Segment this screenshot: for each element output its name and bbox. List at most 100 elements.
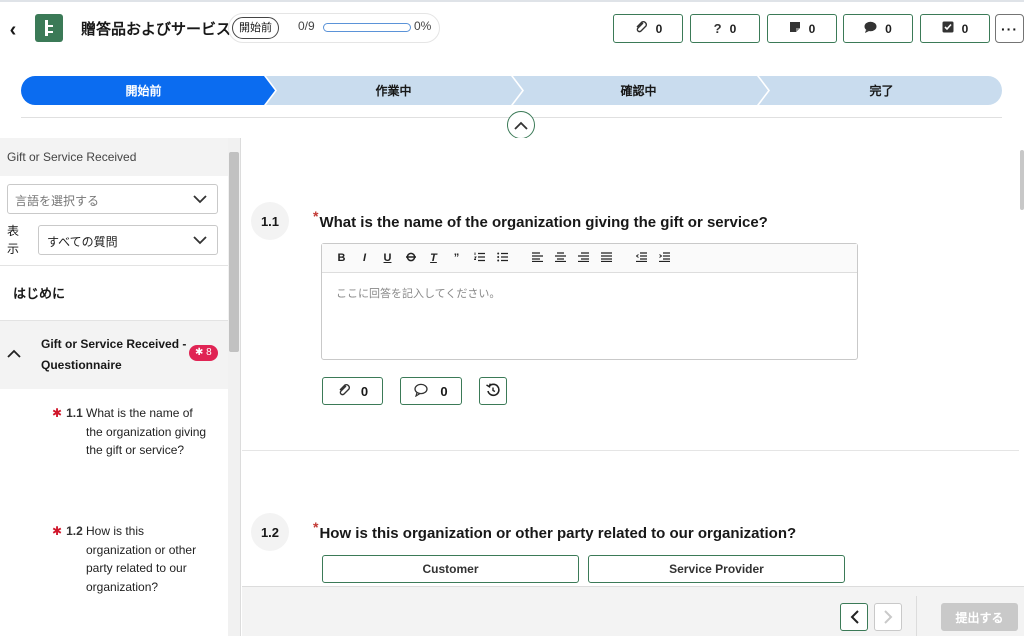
align-left-icon[interactable]: [526, 251, 549, 265]
comments-button[interactable]: 0: [843, 14, 913, 43]
note-icon: [789, 21, 801, 36]
paperclip-icon: [337, 383, 351, 400]
align-right-icon[interactable]: [572, 251, 595, 265]
progress-percent: 0%: [414, 19, 432, 33]
italic-icon[interactable]: I: [353, 252, 376, 264]
previous-button[interactable]: [840, 603, 868, 631]
attachments-count: 0: [655, 21, 663, 36]
question-number: 1.2: [66, 524, 83, 538]
back-chevron-icon[interactable]: ‹: [5, 19, 21, 41]
chevron-down-icon: [193, 192, 207, 207]
stage-path: 開始前 作業中 確認中 完了: [21, 76, 1002, 105]
history-button[interactable]: [479, 377, 507, 405]
question-icon: ?: [713, 21, 722, 36]
question-number: 1.1: [66, 406, 83, 420]
notes-count: 0: [808, 21, 816, 36]
chevron-up-icon: [514, 121, 528, 130]
required-asterisk-icon: *: [313, 208, 319, 224]
bulleted-list-icon[interactable]: [491, 252, 514, 265]
question-number-badge: 1.1: [251, 202, 289, 240]
attachments-button[interactable]: 0: [613, 14, 683, 43]
footer-bar: [242, 586, 1024, 636]
required-count-badge: ✱ 8: [189, 345, 218, 361]
notes-button[interactable]: 0: [767, 14, 837, 43]
footer-divider: [916, 596, 917, 636]
question-text: *What is the name of the organization gi…: [313, 208, 768, 231]
question-text: What is the name of the organization giv…: [86, 406, 207, 457]
section-title: Gift or Service Received - Questionnaire: [41, 337, 187, 372]
status-badge: 開始前: [232, 17, 279, 39]
quote-icon[interactable]: ”: [445, 252, 468, 264]
question-comments-count: 0: [440, 383, 448, 399]
question-sidebar: Gift or Service Received 言語を選択する 表示 すべての…: [0, 138, 241, 636]
filter-label: 表示: [7, 224, 20, 256]
required-count: 8: [206, 347, 212, 358]
language-select-placeholder: 言語を選択する: [15, 194, 100, 208]
language-select[interactable]: 言語を選択する: [7, 184, 218, 214]
underline-icon[interactable]: U: [376, 252, 399, 264]
question-label: What is the name of the organization giv…: [319, 214, 768, 231]
sidebar-divider: [0, 265, 228, 266]
asterisk-icon: ✱: [195, 347, 204, 358]
required-asterisk-icon: *: [313, 519, 319, 535]
paperclip-icon: [634, 20, 648, 37]
sidebar-item-introduction[interactable]: はじめに: [13, 283, 65, 302]
question-divider: [242, 450, 1019, 451]
hierarchy-icon: [45, 20, 53, 36]
comments-count: 0: [885, 21, 892, 36]
path-step-in-review[interactable]: 確認中: [516, 76, 761, 105]
choice-customer-button[interactable]: Customer: [322, 555, 579, 583]
question-number-badge: 1.2: [251, 513, 289, 551]
question-filter-value: すべての質問: [47, 235, 118, 249]
next-button[interactable]: [874, 603, 902, 631]
submit-button[interactable]: 提出する: [941, 603, 1018, 631]
sidebar-question-item[interactable]: ✱ 1.2 How is this organization or other p…: [52, 522, 212, 596]
collapse-button[interactable]: [507, 111, 535, 139]
question-text: *How is this organization or other party…: [313, 519, 797, 542]
sidebar-question-item[interactable]: ✱ 1.1 What is the name of the organizatio…: [52, 404, 212, 460]
app-icon: [35, 14, 63, 42]
numbered-list-icon[interactable]: [468, 252, 491, 265]
question-panel: [242, 138, 1024, 586]
record-header: ‹ 贈答品およびサービス 開始前 0/9 0% 0 ? 0 0 0 0 ···: [0, 0, 1024, 56]
sidebar-scrollbar-thumb[interactable]: [229, 152, 239, 352]
questions-count: 0: [729, 21, 737, 36]
path-step-in-progress[interactable]: 作業中: [271, 76, 516, 105]
history-icon: [486, 382, 500, 400]
outdent-icon[interactable]: [630, 251, 653, 265]
question-attachments-button[interactable]: 0: [322, 377, 383, 405]
path-step-not-started[interactable]: 開始前: [21, 76, 266, 105]
question-label: How is this organization or other party …: [319, 525, 797, 542]
answer-input[interactable]: ここに回答を記入してください。: [322, 273, 857, 313]
editor-toolbar: B I U T ”: [322, 244, 857, 273]
tasks-count: 0: [961, 21, 969, 36]
clear-formatting-icon[interactable]: T: [422, 252, 445, 264]
checkbox-icon: [942, 21, 954, 36]
indent-icon[interactable]: [653, 251, 676, 265]
required-asterisk-icon: ✱: [52, 524, 63, 538]
answer-rich-text-editor[interactable]: B I U T ” ここに回答を記入してください。: [321, 243, 858, 360]
more-actions-button[interactable]: ···: [995, 14, 1024, 43]
comments-icon: [414, 383, 430, 400]
justify-icon[interactable]: [595, 251, 618, 265]
page-title: 贈答品およびサービス: [81, 21, 232, 38]
tasks-button[interactable]: 0: [920, 14, 990, 43]
chevron-right-icon: [883, 610, 892, 624]
progress-count: 0/9: [298, 19, 315, 33]
required-asterisk-icon: ✱: [52, 406, 63, 420]
align-center-icon[interactable]: [549, 251, 572, 265]
strikethrough-icon[interactable]: [399, 252, 422, 265]
questions-button[interactable]: ? 0: [690, 14, 760, 43]
bold-icon[interactable]: B: [330, 252, 353, 264]
path-step-complete[interactable]: 完了: [761, 76, 1002, 105]
question-comments-button[interactable]: 0: [400, 377, 462, 405]
comment-icon: [864, 21, 877, 36]
main-scrollbar-thumb[interactable]: [1020, 150, 1024, 210]
chevron-up-icon[interactable]: [7, 345, 21, 361]
chevron-down-icon: [193, 233, 207, 248]
sidebar-header: Gift or Service Received: [0, 138, 228, 176]
choice-service-provider-button[interactable]: Service Provider: [588, 555, 845, 583]
progress-bar: [323, 23, 411, 32]
question-attachments-count: 0: [360, 383, 369, 399]
question-filter-select[interactable]: すべての質問: [38, 225, 218, 255]
